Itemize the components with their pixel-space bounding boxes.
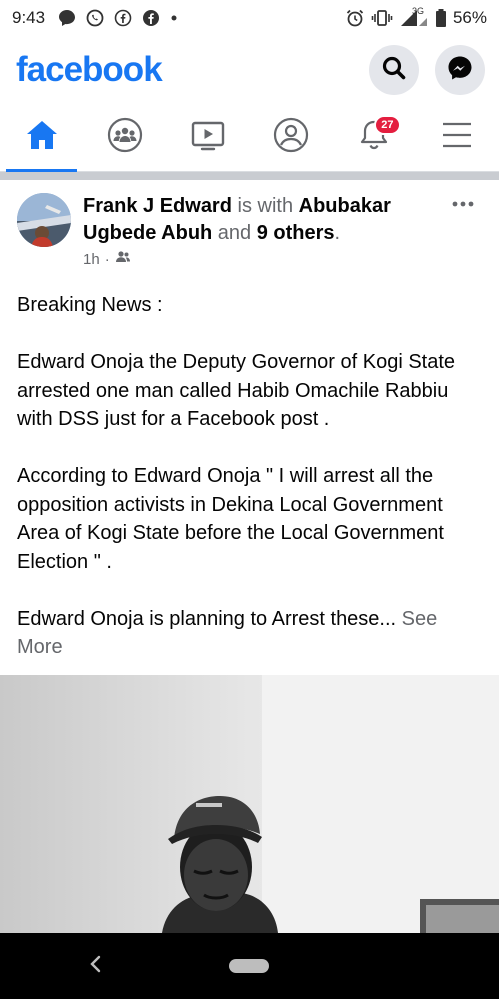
alarm-icon [345,8,365,28]
author-avatar[interactable] [17,193,71,247]
facebook-icon [141,8,161,28]
battery-percent: 56% [452,8,487,27]
menu-icon [441,120,473,155]
meta-separator: · [104,250,110,268]
post-more-button[interactable] [451,194,475,208]
more-dots-icon [452,201,474,207]
post-time[interactable]: 1h [83,251,100,268]
facebook-notification-icon [113,8,133,28]
friends-icon [115,250,131,268]
status-bar: 9:43 3G 56% [0,0,499,36]
tab-home[interactable] [0,104,83,172]
photo-man-in-cap [0,675,499,933]
tab-notifications[interactable]: 27 [333,104,416,171]
feed-divider [0,172,499,180]
whatsapp-icon [85,8,105,28]
video-icon [190,118,226,157]
post-paragraph-truncated: Edward Onoja is planning to Arrest these… [17,607,397,630]
app-header: facebook [0,36,499,104]
tab-bar: 27 [0,104,499,172]
period: . [334,222,341,244]
network-label: 3G [411,6,424,16]
author-name[interactable]: Frank J Edward [83,195,232,217]
post-paragraph-last: Edward Onoja is planning to Arrest these… [17,605,487,662]
search-icon [381,55,407,86]
vibrate-icon [371,8,393,28]
messenger-icon [446,54,474,87]
profile-icon [273,117,309,158]
post-author-line: Frank J Edward is with Abubakar Ugbede A… [83,193,428,247]
notification-badge: 27 [374,115,401,135]
messenger-button[interactable] [435,45,485,95]
system-nav-bar [0,933,499,999]
feed-post: Frank J Edward is with Abubakar Ugbede A… [0,180,499,658]
post-photo[interactable] [0,675,499,933]
home-pill[interactable] [229,959,269,973]
post-text: Breaking News : Edward Onoja the Deputy … [17,291,487,662]
post-paragraph: According to Edward Onoja " I will arres… [17,465,444,573]
search-button[interactable] [369,45,419,95]
post-meta: 1h · [83,250,131,268]
signal-icon: 3G [399,6,429,28]
and-text: and [212,222,257,244]
tab-profile[interactable] [250,104,333,171]
dot-icon [169,13,179,23]
groups-icon [107,117,143,158]
post-paragraph: Edward Onoja the Deputy Governor of Kogi… [17,351,456,430]
tab-groups[interactable] [83,104,166,171]
post-paragraph: Breaking News : [17,294,163,316]
with-text: is with [231,195,299,217]
chat-bubble-icon [57,8,77,28]
facebook-logo[interactable]: facebook [16,50,163,90]
tab-watch[interactable] [166,104,249,171]
battery-icon [435,8,447,28]
tagged-others[interactable]: 9 others [257,222,335,244]
home-icon [25,118,59,157]
status-time: 9:43 [12,8,46,27]
tab-menu[interactable] [416,104,499,171]
post-header: Frank J Edward is with Abubakar Ugbede A… [0,180,499,280]
back-icon[interactable] [88,953,104,980]
